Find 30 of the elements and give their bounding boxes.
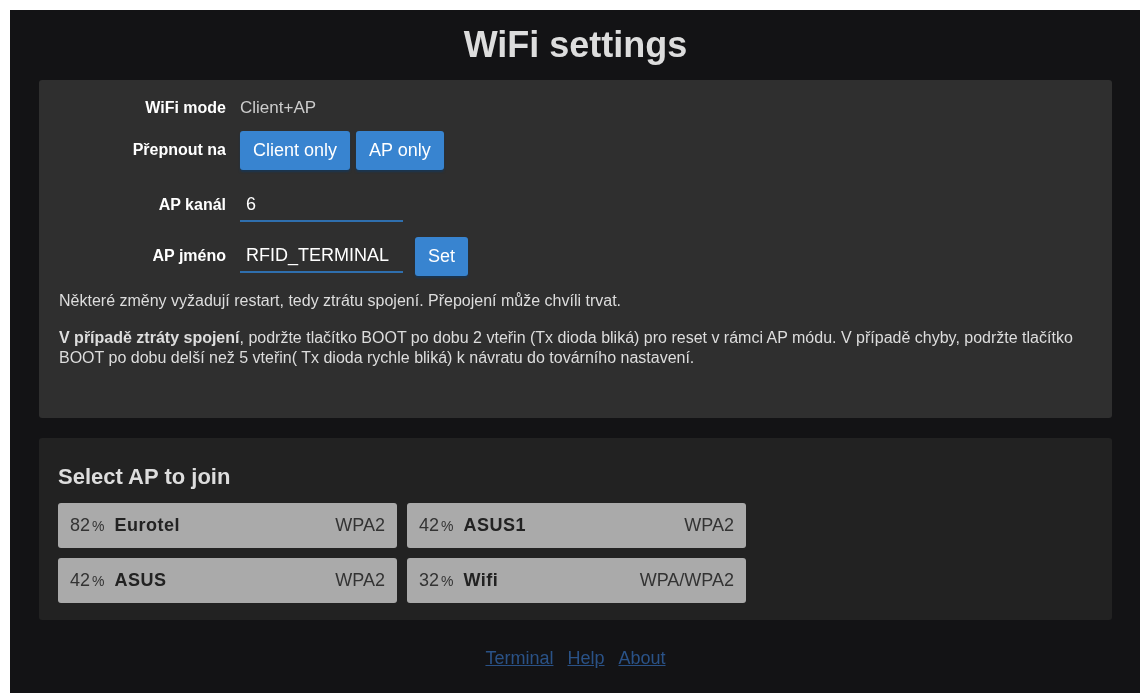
security-type: WPA2 — [684, 515, 734, 536]
field-label: Přepnout na — [131, 141, 226, 159]
signal-strength: 32% — [419, 570, 454, 591]
security-type: WPA2 — [335, 570, 385, 591]
name-field[interactable]: RFID_TERMINAL — [240, 239, 403, 273]
field-label: WiFi mode — [144, 99, 226, 117]
network-name: ASUS1 — [463, 515, 527, 536]
info-paragraph: V případě ztráty spojení, podržte tlačítko BOOT po dobu 2 vteřin (Tx dioda bliká) pro reset v rámci AP módu. V případě chyby, podržte tlačítko BOOT po dobu delší než 5 vteřin( Tx dioda rychle bliká) k návratu do továrního nastavení. — [59, 328, 1074, 368]
mode-button[interactable]: AP only — [356, 130, 444, 170]
signal-strength: 42% — [70, 570, 105, 591]
security-type: WPA/WPA2 — [639, 570, 734, 591]
signal-strength: 42% — [419, 515, 454, 536]
network-name: Wifi — [463, 570, 500, 591]
mode-button[interactable]: Client only — [240, 130, 351, 170]
info-paragraph: Některé změny vyžadují restart, tedy ztrátu spojení. Přepojení může chvíli trvat. — [59, 291, 622, 311]
access-point-item[interactable]: 32% Wifi WPA/WPA2 — [407, 558, 746, 603]
access-point-item[interactable]: 42% ASUS1 WPA2 — [407, 503, 746, 548]
network-name: ASUS — [114, 570, 168, 591]
access-point-item[interactable]: 82% Eurotel WPA2 — [58, 503, 397, 548]
signal-strength: 82% — [70, 515, 105, 536]
section-title: Select AP to join — [58, 464, 231, 490]
field-label: AP jméno — [151, 247, 226, 265]
mode-value: Client+AP — [240, 98, 318, 118]
page-title: WiFi settings — [463, 23, 688, 67]
field-label: AP kanál — [157, 196, 226, 214]
access-point-item[interactable]: 42% ASUS WPA2 — [58, 558, 397, 603]
network-name: Eurotel — [114, 515, 181, 536]
set-button[interactable]: Set — [415, 236, 469, 276]
channel-field[interactable]: 6 — [240, 188, 403, 222]
security-type: WPA2 — [335, 515, 385, 536]
